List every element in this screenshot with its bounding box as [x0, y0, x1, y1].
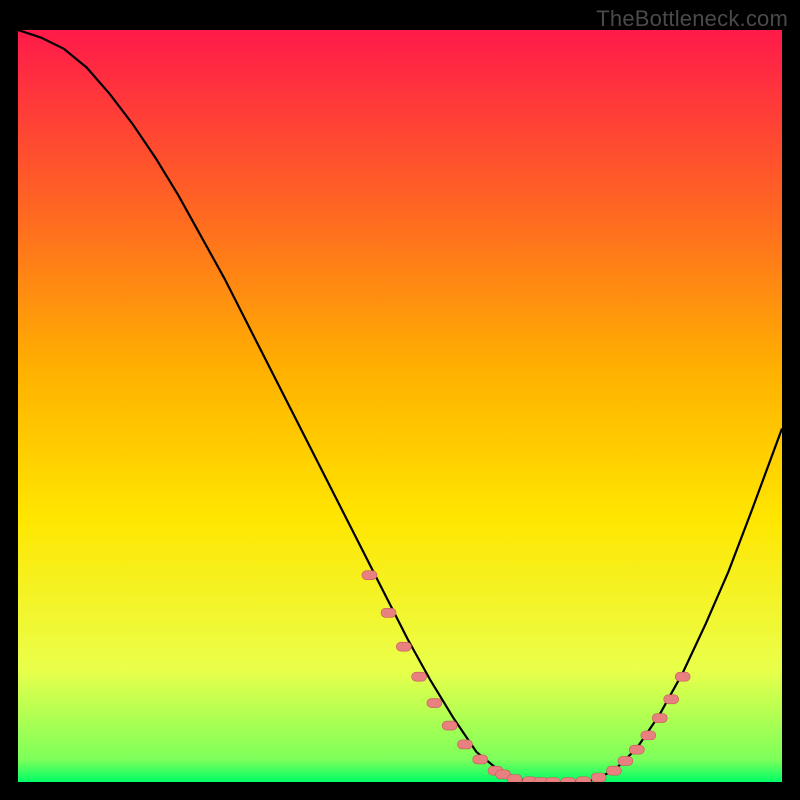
- gradient-background: [18, 30, 782, 782]
- curve-marker: [664, 695, 679, 704]
- curve-marker: [675, 672, 690, 681]
- curve-marker: [396, 642, 411, 651]
- curve-marker: [457, 740, 472, 749]
- curve-marker: [473, 755, 488, 764]
- curve-marker: [629, 745, 644, 754]
- bottleneck-chart: [18, 30, 782, 782]
- curve-marker: [576, 777, 591, 782]
- curve-marker: [412, 672, 427, 681]
- curve-marker: [652, 714, 667, 723]
- curve-marker: [618, 756, 633, 765]
- curve-marker: [561, 778, 576, 783]
- curve-marker: [545, 778, 560, 783]
- curve-marker: [507, 774, 522, 782]
- plot-area: [18, 30, 782, 782]
- curve-marker: [591, 773, 606, 782]
- curve-marker: [641, 731, 656, 740]
- curve-marker: [427, 699, 442, 708]
- curve-marker: [606, 766, 621, 775]
- chart-frame: TheBottleneck.com: [0, 0, 800, 800]
- curve-marker: [442, 721, 457, 730]
- curve-marker: [381, 608, 396, 617]
- curve-marker: [362, 571, 377, 580]
- watermark-text: TheBottleneck.com: [596, 6, 788, 32]
